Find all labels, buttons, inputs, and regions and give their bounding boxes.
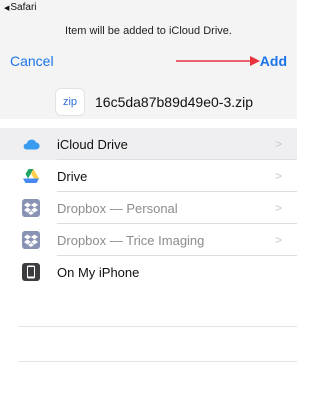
chevron-right-icon: >: [274, 169, 282, 183]
empty-row-divider: [18, 326, 297, 327]
location-label: Dropbox — Personal: [57, 200, 178, 216]
icloud-icon: [22, 135, 40, 153]
dropbox-icon: [22, 231, 40, 249]
share-sheet-header: ◀ Safari Item will be added to iCloud Dr…: [0, 0, 297, 119]
google-drive-icon: [22, 167, 40, 185]
location-list: iCloud Drive > Drive > Dropbox — Persona…: [0, 128, 297, 288]
add-button[interactable]: Add: [260, 53, 287, 69]
location-label: Dropbox — Trice Imaging: [57, 232, 205, 248]
save-notice: Item will be added to iCloud Drive.: [65, 25, 232, 37]
location-on-my-iphone[interactable]: On My iPhone: [0, 256, 297, 288]
iphone-icon: [22, 263, 40, 281]
location-label: Drive: [57, 168, 88, 184]
location-dropbox-trice-imaging[interactable]: Dropbox — Trice Imaging >: [0, 224, 297, 256]
location-icloud-drive[interactable]: iCloud Drive >: [0, 128, 297, 160]
cancel-button[interactable]: Cancel: [10, 53, 54, 69]
chevron-right-icon: >: [274, 233, 282, 247]
location-google-drive[interactable]: Drive >: [0, 160, 297, 192]
red-arrow-annotation-icon: [176, 56, 260, 66]
file-name: 16c5da87b89d49e0-3.zip: [95, 94, 254, 110]
back-to-safari-button[interactable]: ◀ Safari: [4, 2, 37, 13]
zip-file-icon: zip: [55, 88, 85, 116]
location-dropbox-personal[interactable]: Dropbox — Personal >: [0, 192, 297, 224]
file-preview: zip 16c5da87b89d49e0-3.zip: [55, 88, 253, 116]
empty-row-divider: [18, 361, 297, 362]
location-label: iCloud Drive: [57, 136, 128, 152]
dropbox-icon: [22, 199, 40, 217]
location-label: On My iPhone: [57, 264, 140, 280]
back-triangle-icon: ◀: [4, 4, 10, 12]
chevron-right-icon: >: [274, 201, 282, 215]
chevron-right-icon: >: [274, 137, 282, 151]
back-label: Safari: [10, 2, 37, 13]
